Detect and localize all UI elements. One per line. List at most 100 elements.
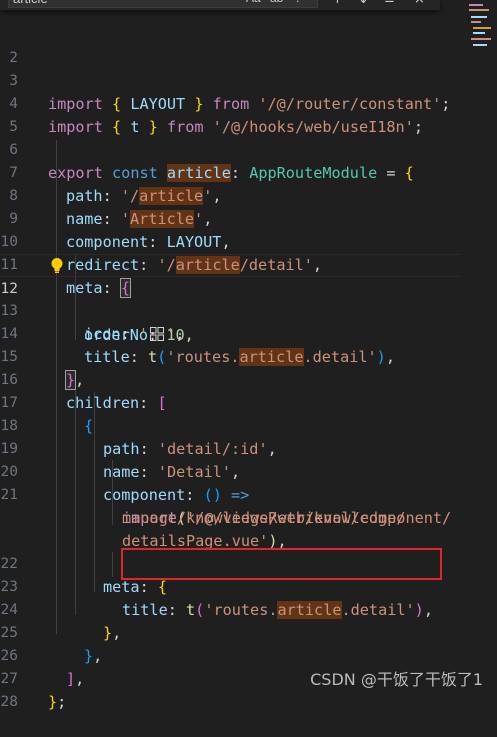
keyword: import <box>48 95 103 113</box>
string: ' <box>194 210 204 228</box>
string: .detail' <box>303 348 377 366</box>
punctuation: , <box>75 371 85 389</box>
minimap[interactable] <box>465 0 497 60</box>
code-line[interactable]: 24 }, <box>0 576 122 642</box>
code-line[interactable]: 7 path: '/article', <box>0 139 222 205</box>
property-key: path <box>103 440 140 458</box>
match-case-toggle[interactable]: Aa <box>246 0 261 5</box>
punctuation: , <box>203 210 213 228</box>
bracket: } <box>103 624 113 642</box>
code-editor[interactable]: article Aa ab .* ↑ ↓ ≡ × 2 3 import { LA… <box>0 0 497 711</box>
punctuation: : <box>139 578 158 596</box>
code-line[interactable]: 2 <box>0 24 37 66</box>
keyword: from <box>166 118 204 136</box>
code-line[interactable]: 15 }, <box>0 323 84 390</box>
property-key: name <box>66 210 103 228</box>
indent-guide <box>56 140 57 634</box>
identifier-highlighted: article <box>166 164 231 182</box>
punctuation: : <box>129 348 149 366</box>
punctuation: , <box>231 463 241 481</box>
code-line[interactable]: 26 ], <box>0 622 85 688</box>
search-match: Article <box>130 210 195 228</box>
property-key: component <box>66 233 149 251</box>
punctuation: : <box>120 325 139 343</box>
code-line[interactable]: 13 icon: ' ', <box>0 277 185 343</box>
code-line[interactable]: 22 meta: { <box>0 530 168 596</box>
line-number: 28 <box>0 694 18 710</box>
punctuation: , <box>93 647 103 665</box>
code-line[interactable]: 11 meta: { <box>0 231 132 298</box>
code-line[interactable]: 17 { <box>0 369 94 435</box>
punctuation: : <box>102 187 121 205</box>
function-call: t <box>148 348 158 366</box>
code-line[interactable]: 21 import('/@/views/web/knowledge/ <box>0 461 406 527</box>
indent-guide <box>94 392 95 592</box>
code-line[interactable]: 28 <box>0 668 37 710</box>
punctuation: , <box>175 325 185 343</box>
string: 'Detail' <box>157 463 232 481</box>
find-in-selection-icon[interactable]: ≡ <box>384 0 395 7</box>
punctuation: , <box>75 670 85 688</box>
close-find-icon[interactable]: × <box>414 0 425 7</box>
code-line[interactable]: 23 title: t('routes.article.detail'), <box>0 553 433 619</box>
punctuation: : <box>185 486 204 504</box>
code-line[interactable]: 27 }; <box>0 645 67 711</box>
string: ' <box>120 210 131 228</box>
search-match: article <box>239 348 304 366</box>
search-match: article <box>139 187 204 205</box>
code-line[interactable]: 10 redirect: '/article/detail', <box>0 208 322 274</box>
regex-toggle[interactable]: .* <box>296 0 304 5</box>
punctuation: : <box>139 394 158 412</box>
punctuation: ; <box>413 118 423 136</box>
code-line-active[interactable]: 12 orderNo: 10, <box>0 254 460 344</box>
annotation-highlight-box <box>121 548 442 580</box>
code-line-wrapped[interactable]: detailsPage.vue'), <box>0 507 287 550</box>
code-line[interactable]: 18 path: 'detail/:id', <box>0 392 277 458</box>
bracket: () <box>203 486 222 504</box>
code-line[interactable]: 25 }, <box>0 599 103 665</box>
code-line[interactable]: 8 name: 'Article', <box>0 162 212 228</box>
property-key: children <box>66 394 140 412</box>
bracket: } <box>185 95 204 113</box>
code-line-wrapped[interactable]: manage/knowledgeRetrieval/component/ <box>0 484 451 527</box>
punctuation: : <box>230 164 250 182</box>
string: '/@/router/constant' <box>258 95 442 113</box>
bracket: ( <box>157 348 167 366</box>
keyword: import <box>48 118 103 136</box>
whole-word-toggle[interactable]: ab <box>270 0 283 5</box>
bracket: { <box>157 578 168 596</box>
watermark: CSDN @干饭了干饭了1 <box>310 670 483 689</box>
string: .detail' <box>341 601 415 619</box>
code-line[interactable]: 4 import { t } from '/@/hooks/web/useI18… <box>0 70 423 136</box>
code-line[interactable]: 16 children: [ <box>0 346 167 412</box>
bracket: { <box>112 118 131 136</box>
punctuation: ; <box>441 95 451 113</box>
code-line[interactable]: 3 import { LAYOUT } from '/@/router/cons… <box>0 47 450 113</box>
string: '/@/hooks/web/useI18n' <box>212 118 414 136</box>
property-key: name <box>103 463 140 481</box>
code-line[interactable]: 9 component: LAYOUT, <box>0 185 230 251</box>
code-line[interactable]: 6 export const article: AppRouteModule =… <box>0 116 414 182</box>
string: 'detail/:id' <box>157 440 268 458</box>
next-match-icon[interactable]: ↓ <box>358 0 369 7</box>
punctuation: , <box>267 440 277 458</box>
arrow-operator: => <box>221 486 250 504</box>
previous-match-icon[interactable]: ↑ <box>332 0 343 7</box>
property-key: meta <box>66 279 103 297</box>
code-line[interactable]: 14 title: t('routes.article.detail'), <box>0 300 395 366</box>
code-line[interactable]: 5 <box>0 93 37 135</box>
punctuation: : <box>102 210 121 228</box>
indent-guide <box>112 552 113 577</box>
punctuation: : <box>167 601 187 619</box>
punctuation: : <box>102 279 121 297</box>
function-call: t <box>186 601 196 619</box>
bracket: [ <box>157 394 167 412</box>
punctuation: , <box>212 187 222 205</box>
property-key: title <box>84 348 130 366</box>
code-line[interactable]: 20 component: () => <box>0 438 250 504</box>
lightbulb-icon[interactable] <box>50 257 64 275</box>
punctuation: , <box>221 233 231 251</box>
code-line[interactable]: 19 name: 'Detail', <box>0 415 241 481</box>
bracket: ) <box>376 348 386 366</box>
punctuation: , <box>184 326 194 344</box>
